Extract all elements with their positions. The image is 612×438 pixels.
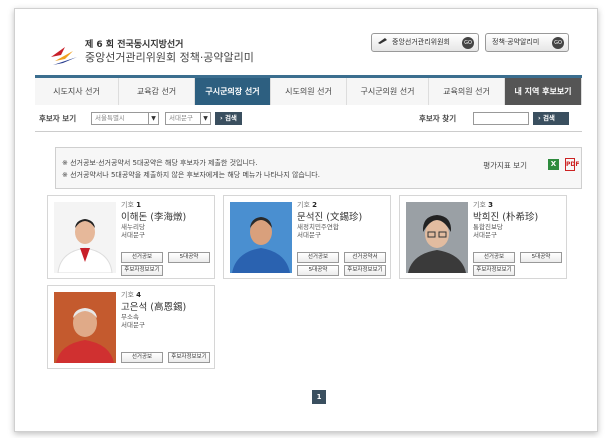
candidate-info-button[interactable]: 후보자정보보기: [168, 352, 210, 363]
nec-link-label: 중앙선거관리위원회: [392, 38, 450, 46]
bulletin-button[interactable]: 선거공보: [297, 252, 339, 263]
tab-superintendent[interactable]: 교육감 선거: [119, 78, 195, 105]
candidate-photo: [406, 202, 468, 273]
go-icon: GO: [462, 37, 474, 49]
notice-line-1: ※ 선거공보·선거공약서 5대공약은 해당 후보자가 제출한 것입니다.: [62, 159, 258, 167]
tab-my-region[interactable]: 내 지역 후보보기: [505, 78, 582, 105]
notice-line-2: ※ 선거공약서나 5대공약을 제출하지 않은 후보자에게는 해당 메뉴가 나타나…: [62, 171, 320, 179]
excel-icon[interactable]: X: [548, 159, 559, 170]
find-search-button[interactable]: › 검색: [533, 112, 569, 125]
candidate-district: 서대문구: [121, 321, 145, 329]
candidate-card: 기호 4 고은석 (高恩錫) 무소속 서대문구 선거공보 후보자정보보기: [47, 285, 215, 369]
candidate-info-button[interactable]: 후보자정보보기: [344, 265, 386, 276]
candidate-find-label: 후보자 찾기: [419, 114, 457, 123]
candidate-view-label: 후보자 보기: [39, 114, 77, 123]
tab-mayor-governor[interactable]: 시도지사 선거: [35, 78, 119, 105]
pdf-icon[interactable]: PDF: [565, 158, 579, 171]
pen-icon: [378, 38, 387, 44]
candidate-card: 기호 2 문석진 (文錫珍) 새정치민주연합 서대문구 선거공보 선거공약서 5…: [223, 195, 391, 279]
candidate-portrait-icon: [54, 202, 116, 273]
tab-district-head[interactable]: 구시군의장 선거: [195, 78, 271, 105]
election-tabs: 시도지사 선거 교육감 선거 구시군의장 선거 시도의원 선거 구시군의원 선거…: [35, 75, 582, 105]
bulletin-button[interactable]: 선거공보: [121, 252, 163, 263]
tab-city-council[interactable]: 시도의원 선거: [271, 78, 347, 105]
candidate-portrait-icon: [230, 202, 292, 273]
policy-link-label: 정책·공약알리미: [492, 38, 540, 46]
eval-criteria-link[interactable]: 평가지표 보기: [483, 160, 527, 171]
candidate-card: 기호 3 박희진 (朴希珍) 통합진보당 서대문구 선거공보 5대공약 후보자정…: [399, 195, 567, 279]
five-pledges-button[interactable]: 5대공약: [297, 265, 339, 276]
go-icon: GO: [552, 37, 564, 49]
notice-box: ※ 선거공보·선거공약서 5대공약은 해당 후보자가 제출한 것입니다. ※ 선…: [55, 147, 582, 189]
pledge-book-button[interactable]: 선거공약서: [344, 252, 386, 263]
district-select[interactable]: 서대문구 ▼: [165, 112, 211, 125]
tab-district-council[interactable]: 구시군의원 선거: [347, 78, 429, 105]
election-logo-icon: [51, 47, 77, 65]
five-pledges-button[interactable]: 5대공약: [168, 252, 210, 263]
bulletin-button[interactable]: 선거공보: [121, 352, 163, 363]
divider: [35, 131, 582, 132]
chevron-down-icon: ▼: [148, 113, 158, 124]
candidate-photo: [54, 292, 116, 363]
candidate-district: 서대문구: [473, 231, 497, 239]
candidate-photo: [54, 202, 116, 273]
district-select-value: 서대문구: [169, 114, 193, 122]
nec-link-button[interactable]: 중앙선거관리위원회 GO: [371, 33, 479, 52]
candidate-portrait-icon: [54, 292, 116, 363]
tab-education-council[interactable]: 교육의원 선거: [429, 78, 505, 105]
chevron-down-icon: ▼: [200, 113, 210, 124]
candidate-district: 서대문구: [297, 231, 321, 239]
policy-link-button[interactable]: 정책·공약알리미 GO: [485, 33, 569, 52]
candidate-portrait-icon: [406, 202, 468, 273]
candidate-photo: [230, 202, 292, 273]
candidate-card: 기호 1 이해돈 (李海燉) 새누리당 서대문구 선거공보 5대공약 후보자정보…: [47, 195, 215, 279]
region-select-value: 서울특별시: [95, 114, 125, 122]
pagination-current-page[interactable]: 1: [312, 390, 326, 404]
candidate-info-button[interactable]: 후보자정보보기: [473, 265, 515, 276]
site-title[interactable]: 중앙선거관리위원회 정책·공약알리미: [85, 49, 254, 65]
five-pledges-button[interactable]: 5대공약: [520, 252, 562, 263]
filter-search-button[interactable]: › 검색: [215, 112, 242, 125]
candidate-district: 서대문구: [121, 231, 145, 239]
page-frame: 제 6 회 전국동시지방선거 중앙선거관리위원회 정책·공약알리미 중앙선거관리…: [14, 8, 598, 432]
candidate-search-input[interactable]: [473, 112, 529, 125]
filter-bar: 후보자 보기 서울특별시 ▼ 서대문구 ▼ › 검색 후보자 찾기 › 검색: [35, 107, 582, 129]
bulletin-button[interactable]: 선거공보: [473, 252, 515, 263]
site-header: 제 6 회 전국동시지방선거 중앙선거관리위원회 정책·공약알리미 중앙선거관리…: [15, 9, 597, 75]
candidate-info-button[interactable]: 후보자정보보기: [121, 265, 163, 276]
region-select[interactable]: 서울특별시 ▼: [91, 112, 159, 125]
